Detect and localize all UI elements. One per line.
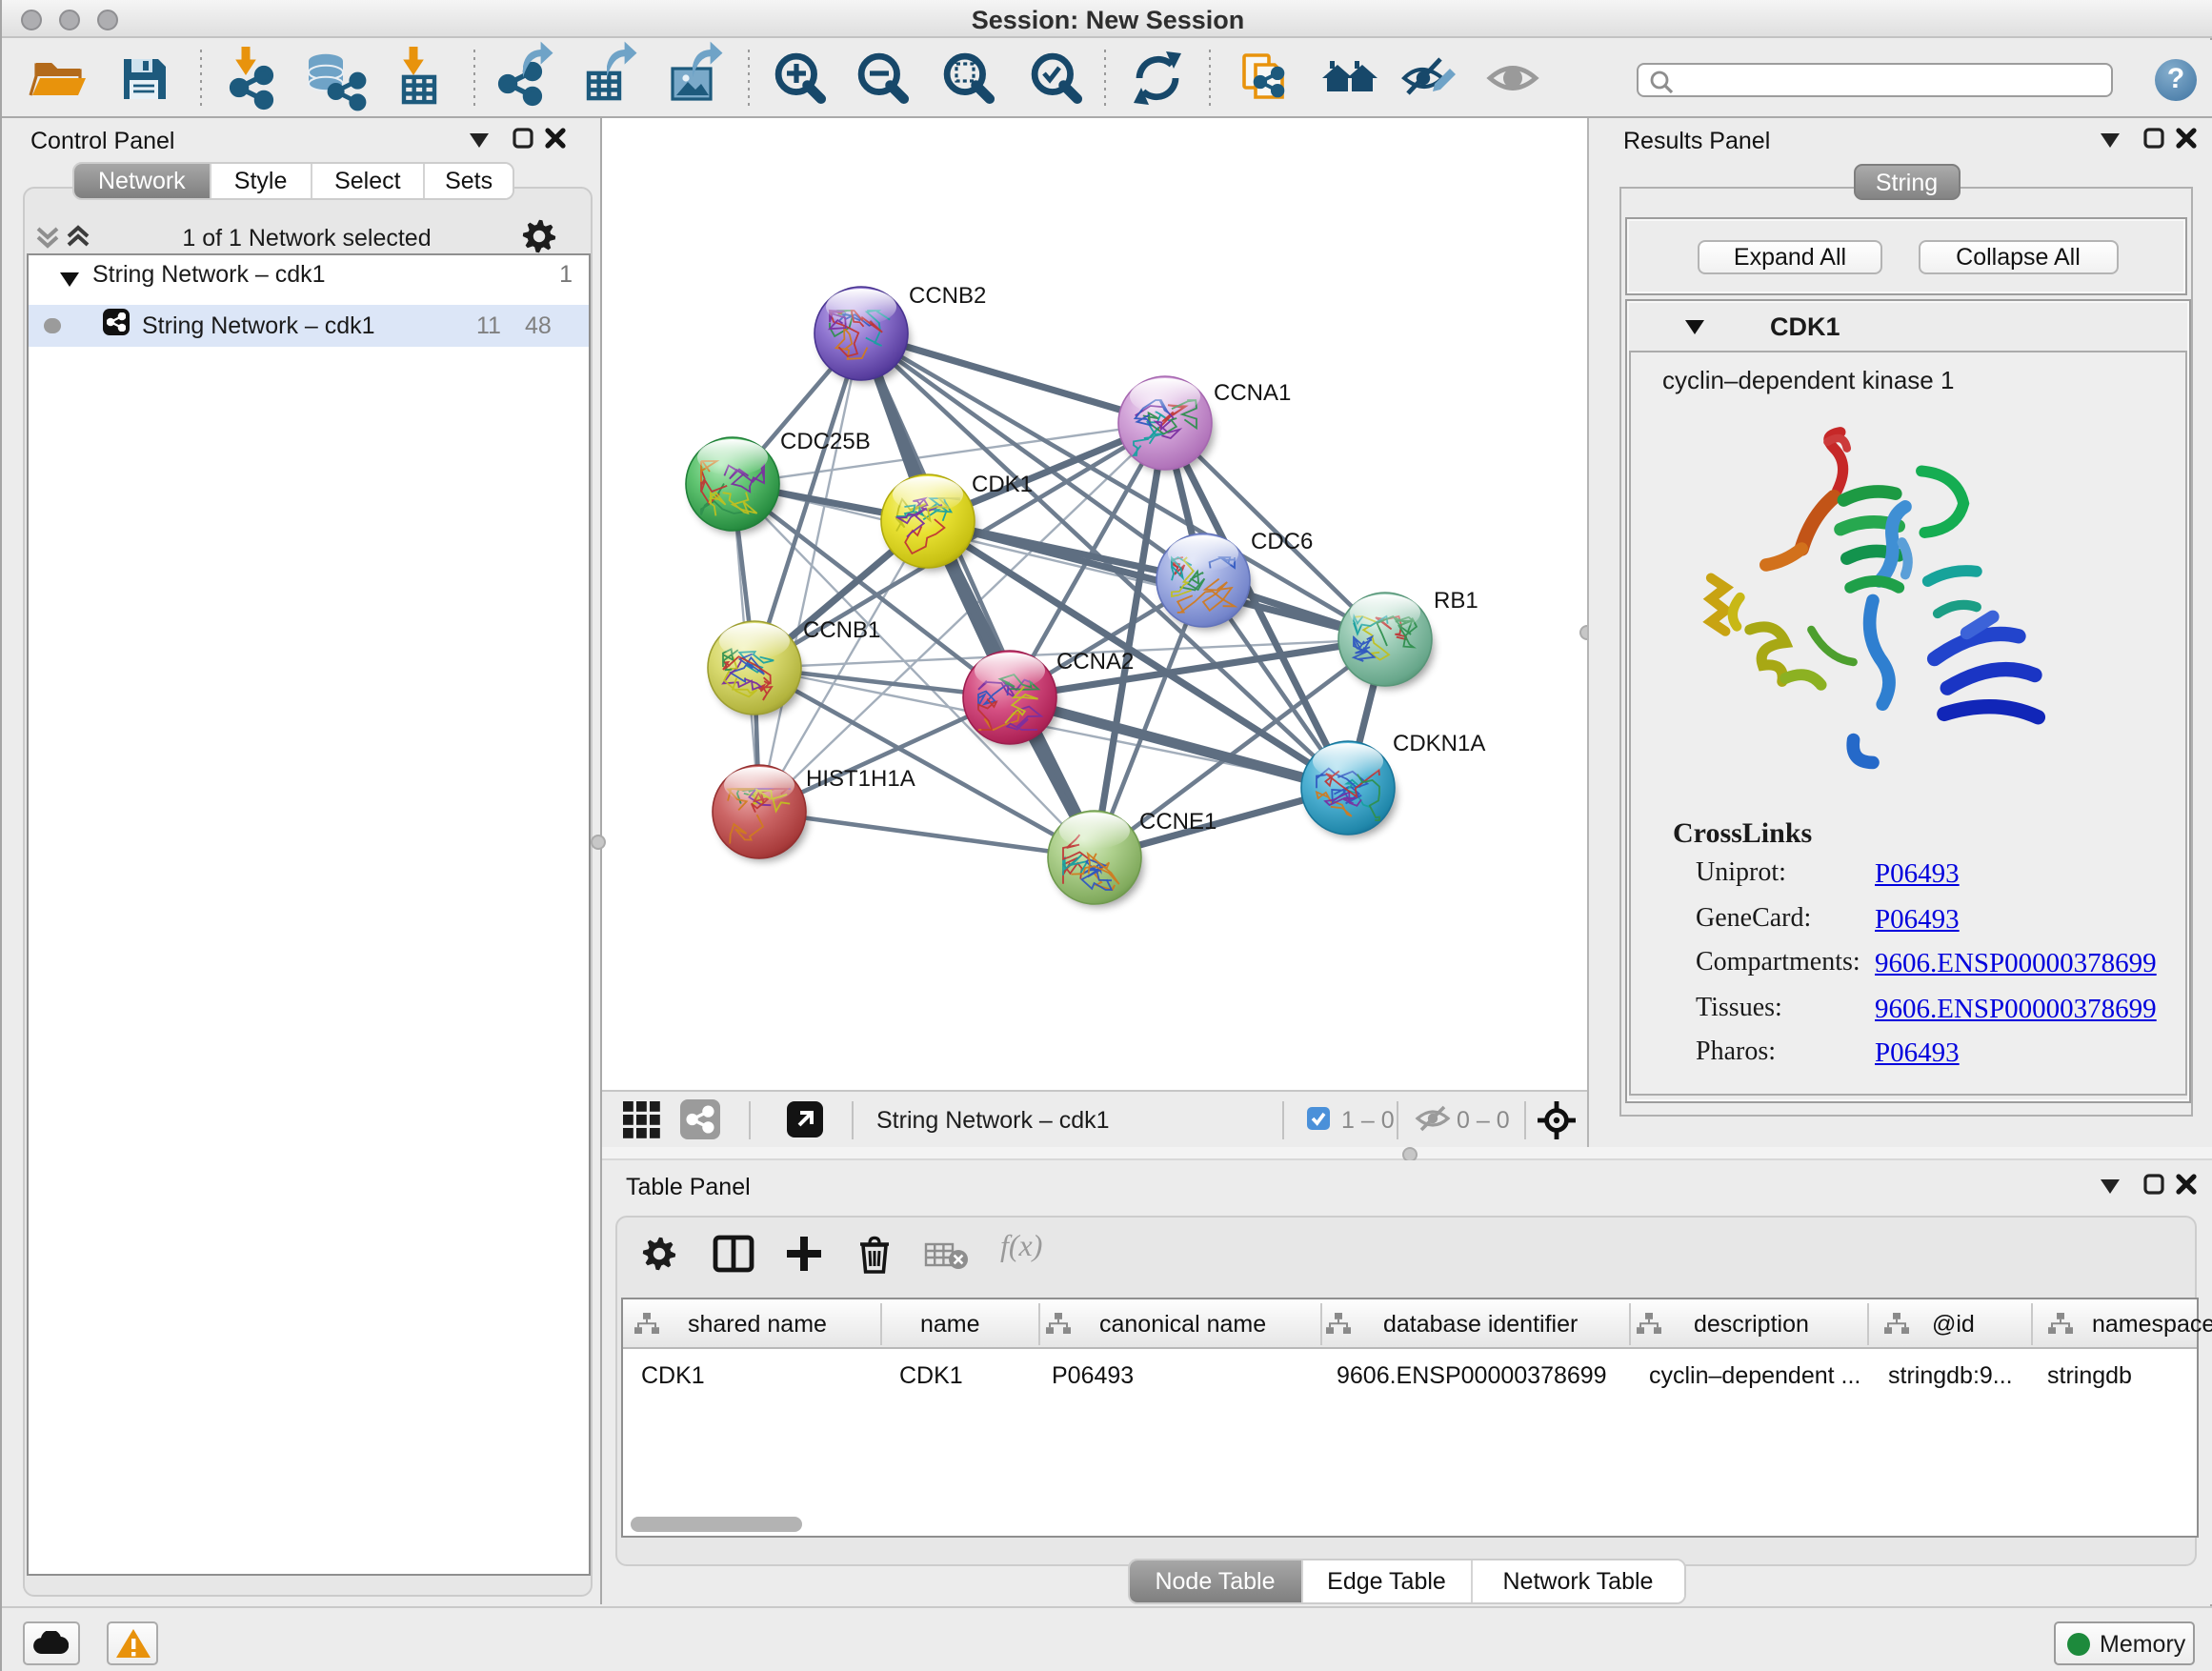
svg-text:CCNE1: CCNE1 xyxy=(1139,808,1217,834)
svg-text:CDC6: CDC6 xyxy=(1251,528,1313,554)
svg-text:CCNB2: CCNB2 xyxy=(909,282,986,308)
svg-text:CCNA1: CCNA1 xyxy=(1214,379,1291,405)
svg-text:HIST1H1A: HIST1H1A xyxy=(806,765,915,791)
svg-text:CDK1: CDK1 xyxy=(972,471,1033,496)
svg-text:RB1: RB1 xyxy=(1434,587,1478,613)
svg-text:CCNB1: CCNB1 xyxy=(803,616,880,642)
svg-text:CDKN1A: CDKN1A xyxy=(1393,730,1485,755)
svg-text:CCNA2: CCNA2 xyxy=(1056,648,1134,674)
svg-text:CDC25B: CDC25B xyxy=(780,428,871,453)
